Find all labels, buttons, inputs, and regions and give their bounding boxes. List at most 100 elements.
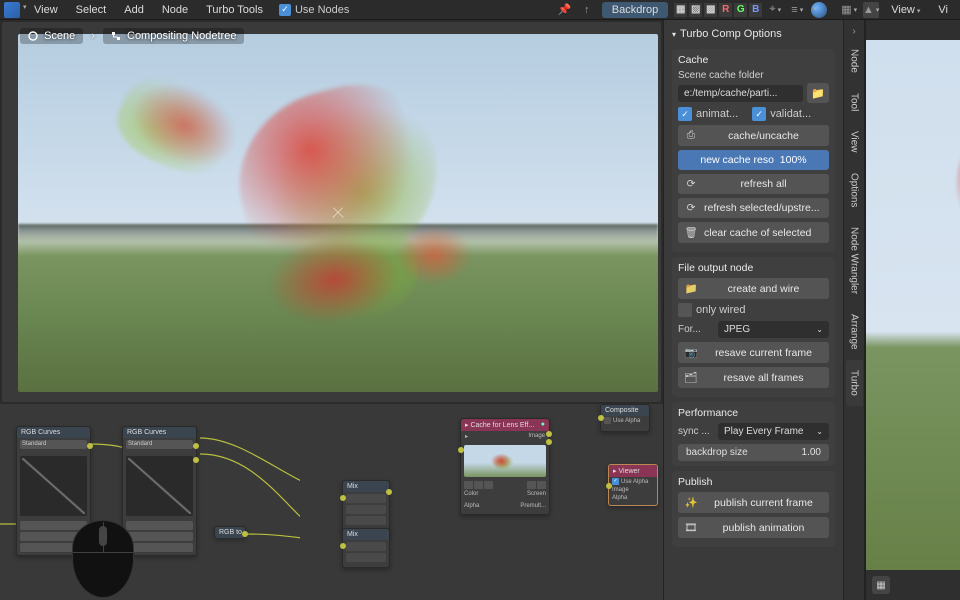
right-menu-vi[interactable]: Vi: [930, 2, 956, 18]
editor-type-icon[interactable]: ▦: [841, 2, 857, 18]
tab-node-wrangler[interactable]: Node Wrangler: [846, 217, 863, 304]
right-menu-view[interactable]: View: [883, 2, 928, 18]
channel-zebra-icon[interactable]: ▩: [703, 2, 718, 18]
publish-animation-button[interactable]: 🎞publish animation: [678, 517, 829, 538]
format-label: For...: [678, 321, 718, 338]
section-performance: Performance sync ... Play Every Frame⌄ b…: [672, 402, 835, 466]
node-header: Composite: [601, 405, 649, 416]
folder-icon[interactable]: 📁: [807, 83, 829, 103]
chevron-right-icon[interactable]: ›: [850, 24, 857, 39]
cache-icon: ⎙: [684, 129, 698, 142]
channel-b-button[interactable]: B: [748, 2, 763, 18]
breadcrumb-nodetree[interactable]: Compositing Nodetree: [103, 28, 245, 44]
refresh-all-button[interactable]: ⟳refresh all: [678, 174, 829, 194]
overlay-icon[interactable]: ≡: [789, 2, 805, 18]
menu-node[interactable]: Node: [154, 2, 196, 18]
vertical-tabs: › Node Tool View Options Node Wrangler A…: [843, 20, 865, 600]
animated-checkbox[interactable]: ✓: [678, 107, 692, 121]
channel-alpha-icon[interactable]: ▨: [688, 2, 703, 18]
node-cache[interactable]: ▸ Cache for Lens Eff...● ▸ Image ColorSc…: [460, 418, 550, 515]
checkbox-icon: ✓: [279, 4, 291, 16]
menu-view[interactable]: View: [26, 2, 66, 18]
node-header: ▸ Viewer: [609, 465, 657, 477]
channel-r-button[interactable]: R: [718, 2, 733, 18]
cache-folder-field[interactable]: e:/temp/cache/parti...: [678, 85, 803, 102]
panel-title[interactable]: ▾Turbo Comp Options: [672, 26, 835, 44]
validate-label: validat...: [770, 108, 811, 120]
cache-uncache-button[interactable]: ⎙cache/uncache: [678, 125, 829, 146]
wand-icon: ✨: [684, 496, 698, 509]
snap-icon[interactable]: ⌖: [767, 2, 783, 18]
section-label: Publish: [678, 476, 829, 488]
frames-icon: 🗂: [684, 371, 698, 384]
node-mix-1[interactable]: Mix: [342, 480, 390, 535]
tab-tool[interactable]: Tool: [846, 83, 863, 121]
menu-add[interactable]: Add: [116, 2, 152, 18]
resave-current-button[interactable]: 📷resave current frame: [678, 342, 829, 363]
node-header: ▸ Cache for Lens Eff...●: [461, 419, 549, 431]
section-cache: Cache Scene cache folder e:/temp/cache/p…: [672, 49, 835, 252]
only-wired-checkbox[interactable]: ✓: [678, 303, 692, 317]
resave-all-button[interactable]: 🗂resave all frames: [678, 367, 829, 388]
node-composite[interactable]: Composite Use Alpha: [600, 404, 650, 432]
image-viewer-canvas[interactable]: [866, 20, 960, 570]
validate-checkbox[interactable]: ✓: [752, 107, 766, 121]
arrow-up-icon[interactable]: ↑: [579, 2, 595, 18]
channel-image-icon[interactable]: ▦: [673, 2, 688, 18]
breadcrumb-scene[interactable]: Scene: [20, 28, 83, 44]
section-file-output: File output node 📁create and wire ✓ only …: [672, 257, 835, 397]
tab-options[interactable]: Options: [846, 163, 863, 217]
tab-node[interactable]: Node: [846, 39, 863, 83]
channel-group: ▦ ▨ ▩ R G B: [673, 2, 763, 18]
film-icon: 🎞: [684, 521, 698, 534]
node-header: Mix: [343, 481, 389, 492]
menu-select[interactable]: Select: [68, 2, 115, 18]
section-label: Performance: [678, 407, 829, 419]
backdrop-size-slider[interactable]: backdrop size 1.00: [678, 444, 829, 461]
trash-icon: 🗑: [684, 226, 698, 239]
node-dropdown[interactable]: Standard: [20, 440, 87, 449]
only-wired-label: only wired: [696, 304, 746, 316]
node-graph[interactable]: RGB Curves Standard RGB Curves Standard …: [0, 404, 663, 600]
refresh-selected-button[interactable]: ⟳refresh selected/upstre...: [678, 198, 829, 218]
image-viewer: ▦: [865, 20, 960, 600]
app-logo-icon[interactable]: [4, 2, 20, 18]
section-label: File output node: [678, 262, 829, 274]
node-header: Mix: [343, 529, 389, 540]
menu-turbo-tools[interactable]: Turbo Tools: [198, 2, 271, 18]
tab-arrange[interactable]: Arrange: [846, 304, 863, 360]
format-select[interactable]: JPEG⌄: [718, 321, 829, 338]
curve-widget[interactable]: [126, 456, 193, 516]
sync-select[interactable]: Play Every Frame⌄: [718, 423, 829, 440]
tab-view[interactable]: View: [846, 121, 863, 163]
refresh-icon: ⟳: [684, 202, 698, 214]
node-dropdown[interactable]: Standard: [126, 440, 193, 449]
section-label: Cache: [678, 54, 829, 66]
viewer-mode-icon[interactable]: ▦: [872, 576, 890, 594]
backdrop-preview: Scene › Compositing Nodetree: [2, 22, 661, 402]
use-nodes-checkbox[interactable]: ✓ Use Nodes: [273, 2, 355, 18]
pin-icon[interactable]: 📌: [557, 2, 573, 18]
create-wire-button[interactable]: 📁create and wire: [678, 278, 829, 299]
clear-cache-button[interactable]: 🗑clear cache of selected: [678, 222, 829, 243]
animated-label: animat...: [696, 108, 738, 120]
backdrop-button[interactable]: Backdrop: [602, 2, 668, 18]
node-viewer[interactable]: ▸ Viewer ✓Use Alpha Image Alpha: [608, 464, 658, 506]
camera-icon: 📷: [684, 346, 698, 359]
node-collapsed[interactable]: RGB to...: [214, 526, 246, 538]
breadcrumb: Scene › Compositing Nodetree: [20, 28, 244, 44]
image-mode-icon[interactable]: ▲: [863, 2, 879, 18]
publish-current-button[interactable]: ✨publish current frame: [678, 492, 829, 513]
folder-label: Scene cache folder: [678, 70, 829, 81]
node-header: RGB Curves: [123, 427, 196, 438]
curve-widget[interactable]: [20, 456, 87, 516]
tab-turbo[interactable]: Turbo: [846, 360, 863, 406]
channel-g-button[interactable]: G: [733, 2, 748, 18]
shading-globe-icon[interactable]: [811, 2, 827, 18]
sync-label: sync ...: [678, 423, 718, 440]
new-cache-reso-button[interactable]: new cache reso 100%: [678, 150, 829, 170]
refresh-icon: ⟳: [684, 178, 698, 190]
node-mix-2[interactable]: Mix: [342, 528, 390, 568]
top-menubar: View Select Add Node Turbo Tools ✓ Use N…: [0, 0, 960, 20]
mouse-overlay-icon: [72, 520, 134, 598]
